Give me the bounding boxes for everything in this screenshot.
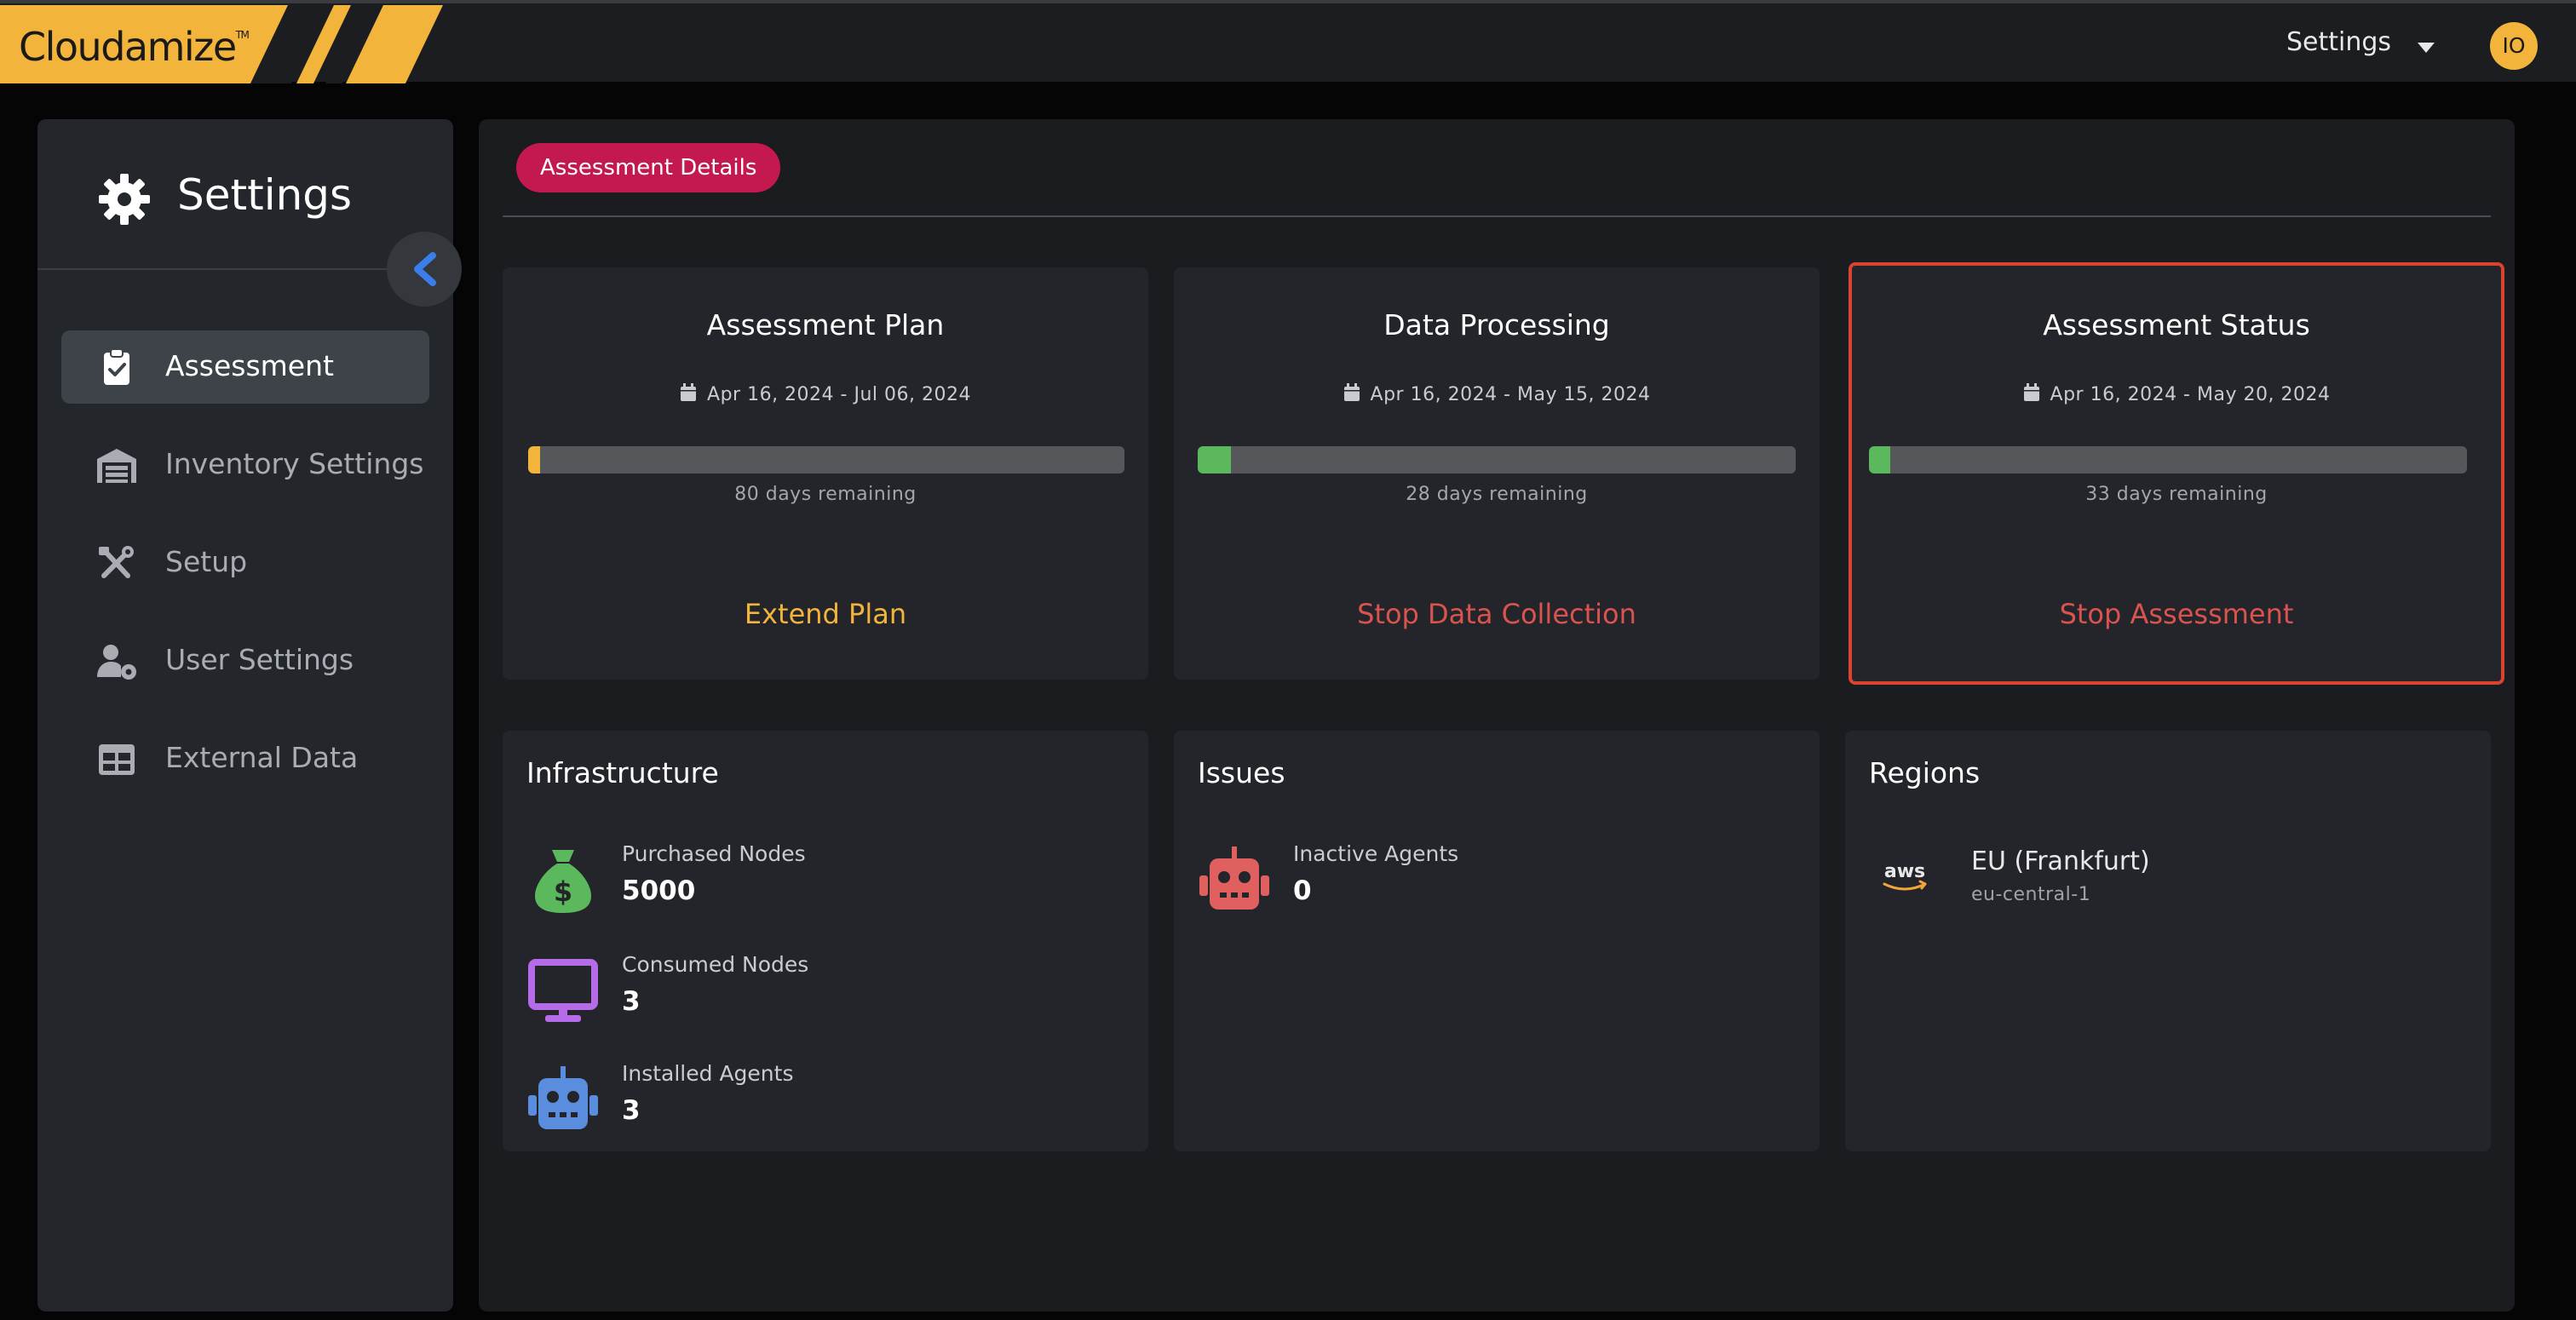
sidebar-divider bbox=[37, 268, 404, 270]
region-code: eu-central-1 bbox=[1971, 884, 2091, 905]
assessment-plan-card: Assessment Plan Apr 16, 2024 - Jul 06, 2… bbox=[503, 267, 1148, 680]
aws-logo-icon: aws bbox=[1883, 861, 1927, 891]
stat-label: Purchased Nodes bbox=[622, 841, 806, 866]
card-title: Assessment Status bbox=[2043, 308, 2310, 341]
logo-text: CloudamizeTM bbox=[19, 24, 250, 70]
money-bag-icon: $ bbox=[535, 850, 591, 913]
region-name: EU (Frankfurt) bbox=[1971, 847, 2150, 876]
tools-icon bbox=[99, 546, 134, 578]
stat-value: 5000 bbox=[622, 875, 696, 906]
stat-label: Inactive Agents bbox=[1293, 841, 1459, 866]
stat-value: 3 bbox=[622, 1095, 641, 1126]
sidebar-item-assessment[interactable]: Assessment bbox=[61, 330, 429, 404]
top-bar: CloudamizeTM Settings IO bbox=[0, 0, 2576, 83]
regions-card: Regions aws EU (Frankfurt) eu-central-1 bbox=[1845, 731, 2491, 1151]
date-range: Apr 16, 2024 - May 20, 2024 bbox=[1852, 383, 2501, 405]
user-gear-icon bbox=[97, 645, 136, 680]
robot-icon bbox=[1199, 847, 1269, 910]
sidebar-item-label: User Settings bbox=[165, 643, 354, 676]
progress-bar bbox=[1198, 446, 1796, 473]
stat-label: Installed Agents bbox=[622, 1061, 794, 1086]
robot-icon bbox=[528, 1066, 598, 1129]
sidebar-title: Settings bbox=[177, 170, 353, 220]
sidebar-item-inventory-settings[interactable]: Inventory Settings bbox=[61, 428, 429, 502]
progress-fill bbox=[1198, 446, 1231, 473]
stat-label: Consumed Nodes bbox=[622, 952, 809, 977]
main-content: Assessment Details Assessment Plan Apr 1… bbox=[479, 119, 2515, 1311]
issues-card: Issues Inactive Agents 0 bbox=[1174, 731, 1820, 1151]
monitor-icon bbox=[528, 959, 598, 1022]
days-remaining: 28 days remaining bbox=[1406, 484, 1588, 505]
table-icon bbox=[99, 744, 135, 775]
svg-text:aws: aws bbox=[1884, 861, 1925, 882]
sidebar-item-external-data[interactable]: External Data bbox=[61, 722, 429, 795]
sidebar-item-label: External Data bbox=[165, 741, 359, 774]
date-range-text: Apr 16, 2024 - May 15, 2024 bbox=[1370, 384, 1651, 405]
clipboard-check-icon bbox=[104, 349, 129, 385]
stop-data-collection-button[interactable]: Stop Data Collection bbox=[1357, 598, 1636, 630]
user-avatar[interactable]: IO bbox=[2490, 22, 2538, 70]
date-range: Apr 16, 2024 - Jul 06, 2024 bbox=[503, 383, 1148, 405]
caret-down-icon[interactable] bbox=[2412, 34, 2440, 61]
settings-sidebar: Settings Assessment Inventory Settings S… bbox=[37, 119, 462, 1311]
sidebar-item-label: Setup bbox=[165, 545, 248, 578]
calendar-icon bbox=[1343, 383, 1360, 401]
sidebar-item-user-settings[interactable]: User Settings bbox=[61, 624, 429, 697]
warehouse-icon bbox=[97, 449, 136, 483]
cloudamize-logo[interactable]: CloudamizeTM bbox=[0, 5, 443, 83]
progress-fill bbox=[528, 446, 540, 473]
gear-icon bbox=[99, 174, 150, 225]
tab-assessment-details[interactable]: Assessment Details bbox=[516, 143, 781, 192]
sidebar-item-setup[interactable]: Setup bbox=[61, 526, 429, 600]
section-title: Regions bbox=[1869, 756, 1981, 789]
stat-value: 3 bbox=[622, 986, 641, 1017]
svg-text:$: $ bbox=[554, 875, 572, 908]
infrastructure-card: Infrastructure $ Purchased Nodes 5000 Co… bbox=[503, 731, 1148, 1151]
sidebar-item-label: Inventory Settings bbox=[165, 447, 424, 480]
section-title: Infrastructure bbox=[526, 756, 719, 789]
tab-divider bbox=[503, 215, 2491, 217]
data-processing-card: Data Processing Apr 16, 2024 - May 15, 2… bbox=[1174, 267, 1820, 680]
card-title: Assessment Plan bbox=[706, 308, 945, 341]
date-range-text: Apr 16, 2024 - May 20, 2024 bbox=[2050, 384, 2331, 405]
chevron-left-icon bbox=[414, 252, 436, 286]
date-range: Apr 16, 2024 - May 15, 2024 bbox=[1174, 383, 1820, 405]
card-title: Data Processing bbox=[1383, 308, 1610, 341]
sidebar-item-label: Assessment bbox=[165, 349, 334, 382]
progress-bar bbox=[528, 446, 1124, 473]
days-remaining: 33 days remaining bbox=[2085, 484, 2268, 505]
progress-fill bbox=[1869, 446, 1890, 473]
date-range-text: Apr 16, 2024 - Jul 06, 2024 bbox=[707, 384, 971, 405]
extend-plan-button[interactable]: Extend Plan bbox=[745, 598, 906, 630]
days-remaining: 80 days remaining bbox=[734, 484, 917, 505]
calendar-icon bbox=[681, 383, 697, 401]
calendar-icon bbox=[2023, 383, 2039, 401]
progress-bar bbox=[1869, 446, 2467, 473]
stat-value: 0 bbox=[1293, 875, 1312, 906]
section-title: Issues bbox=[1198, 756, 1285, 789]
logo-trademark: TM bbox=[235, 29, 250, 41]
collapse-sidebar-button[interactable] bbox=[387, 232, 462, 307]
settings-menu-button[interactable]: Settings bbox=[2286, 27, 2391, 57]
stop-assessment-button[interactable]: Stop Assessment bbox=[2060, 598, 2294, 630]
assessment-status-card: Assessment Status Apr 16, 2024 - May 20,… bbox=[1849, 262, 2504, 685]
